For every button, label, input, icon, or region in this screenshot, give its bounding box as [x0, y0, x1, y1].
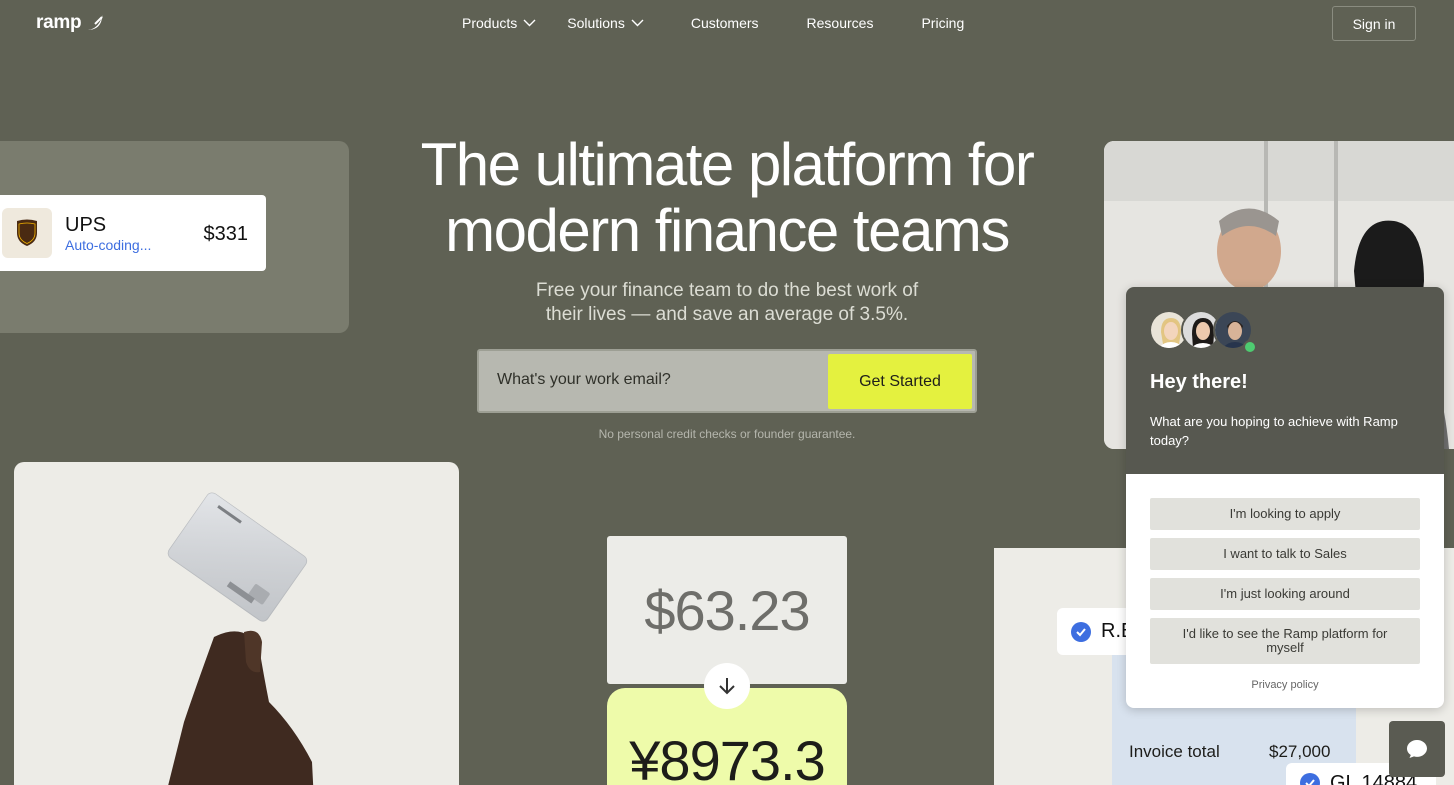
invoice-total-label: Invoice total: [1129, 742, 1220, 761]
chevron-down-icon: [631, 19, 644, 27]
chat-bubble-icon: [1407, 740, 1427, 758]
option-see-platform[interactable]: I'd like to see the Ramp platform for my…: [1150, 618, 1420, 664]
chat-widget: Hey there! What are you hoping to achiev…: [1126, 287, 1444, 708]
check-circle-icon: [1300, 773, 1320, 785]
chat-launcher-button[interactable]: [1389, 721, 1445, 777]
nav-resources-label: Resources: [806, 15, 874, 31]
arrow-down-icon: [704, 663, 750, 709]
ramp-logo[interactable]: ramp: [36, 12, 105, 34]
agent-avatars: [1149, 310, 1253, 350]
check-circle-icon: [1071, 621, 1091, 642]
chat-header: Hey there! What are you hoping to achiev…: [1126, 287, 1444, 474]
nav-customers-label: Customers: [690, 15, 759, 31]
nav-pricing[interactable]: Pricing: [921, 15, 964, 31]
get-started-button[interactable]: Get Started: [828, 354, 972, 409]
chat-title: Hey there!: [1150, 371, 1248, 393]
option-apply[interactable]: I'm looking to apply: [1150, 498, 1420, 530]
nav-products[interactable]: Products: [462, 15, 536, 31]
chat-options: I'm looking to apply I want to talk to S…: [1150, 498, 1420, 672]
nav-customers[interactable]: Customers: [691, 15, 759, 31]
logo-text: ramp: [36, 12, 82, 33]
email-signup-form: Get Started: [477, 349, 977, 413]
privacy-policy-link[interactable]: Privacy policy: [1126, 679, 1444, 691]
ramp-logo-icon: [87, 15, 104, 30]
chat-message: What are you hoping to achieve with Ramp…: [1150, 414, 1398, 448]
nav-solutions[interactable]: Solutions: [567, 15, 644, 31]
invoice-total-value: $27,000: [1269, 742, 1331, 761]
nav-resources[interactable]: Resources: [807, 15, 874, 31]
online-status-dot: [1243, 340, 1257, 354]
option-talk-to-sales[interactable]: I want to talk to Sales: [1150, 538, 1420, 570]
sign-in-button[interactable]: Sign in: [1332, 6, 1416, 41]
option-looking-around[interactable]: I'm just looking around: [1150, 578, 1420, 610]
nav-products-label: Products: [462, 15, 518, 31]
chevron-down-icon: [523, 19, 536, 27]
top-nav: ramp Products Solutions Customers Resour…: [0, 0, 1454, 47]
nav-pricing-label: Pricing: [921, 15, 965, 31]
hand-holding-card-image: [167, 492, 314, 785]
work-email-input[interactable]: [497, 371, 817, 389]
nav-solutions-label: Solutions: [567, 15, 625, 31]
currency-from-amount: $63.23: [607, 536, 847, 684]
card-illustration-panel: [14, 462, 459, 785]
nav-links: Products Solutions Customers Resources P…: [462, 15, 964, 31]
